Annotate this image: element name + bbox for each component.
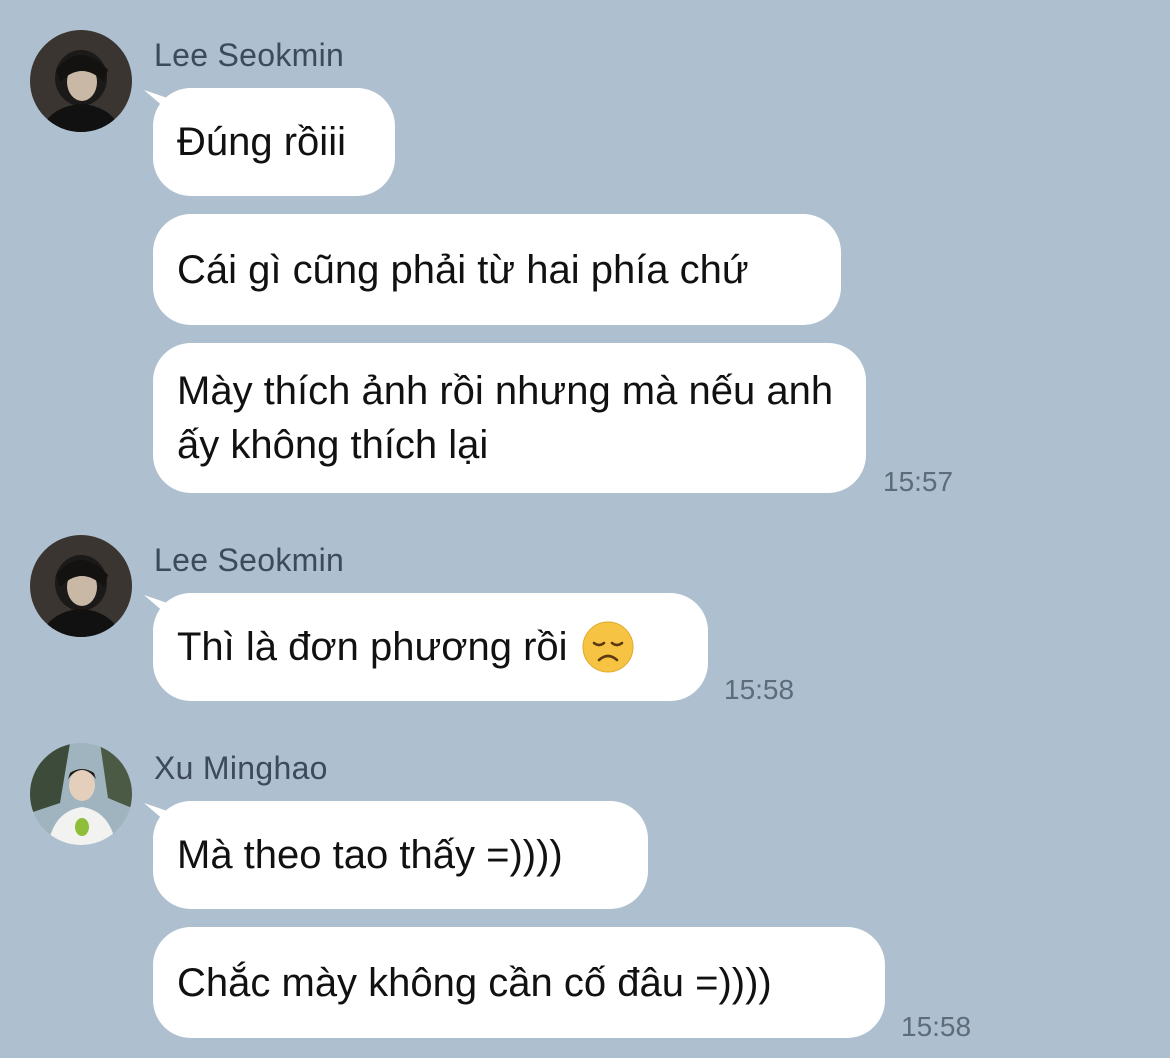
- message-text: Chắc mày không cần cố đâu =)))): [177, 960, 772, 1005]
- message-text: Mày thích ảnh rồi nhưng mà nếu anh ấy kh…: [177, 369, 834, 467]
- message-bubble[interactable]: Mà theo tao thấy =)))): [153, 801, 648, 909]
- sender-name: Lee Seokmin: [154, 37, 345, 73]
- chat-thread: Lee Seokmin Đúng rồiii Cái gì cũng phải …: [0, 0, 1170, 1058]
- message-bubble[interactable]: Mày thích ảnh rồi nhưng mà nếu anh ấy kh…: [153, 343, 866, 493]
- message-timestamp: 15:57: [883, 466, 954, 497]
- message-bubble[interactable]: Đúng rồiii: [153, 88, 395, 196]
- message-timestamp: 15:58: [901, 1011, 972, 1042]
- disappointed-face-icon: [582, 621, 634, 673]
- sender-name: Lee Seokmin: [154, 542, 345, 578]
- seokmin-avatar[interactable]: [30, 30, 132, 132]
- message-text: Đúng rồiii: [177, 120, 346, 164]
- minghao-avatar[interactable]: [30, 743, 132, 845]
- message-bubble[interactable]: Chắc mày không cần cố đâu =)))): [153, 927, 885, 1038]
- message-timestamp: 15:58: [724, 674, 795, 705]
- seokmin-avatar[interactable]: [30, 535, 132, 637]
- message-text: Thì là đơn phương rồi: [177, 625, 568, 669]
- sender-name: Xu Minghao: [154, 750, 328, 786]
- message-bubble[interactable]: Thì là đơn phương rồi: [153, 593, 708, 701]
- message-text: Cái gì cũng phải từ hai phía chứ: [177, 247, 749, 292]
- message-text: Mà theo tao thấy =)))): [177, 833, 563, 877]
- message-bubble[interactable]: Cái gì cũng phải từ hai phía chứ: [153, 214, 841, 325]
